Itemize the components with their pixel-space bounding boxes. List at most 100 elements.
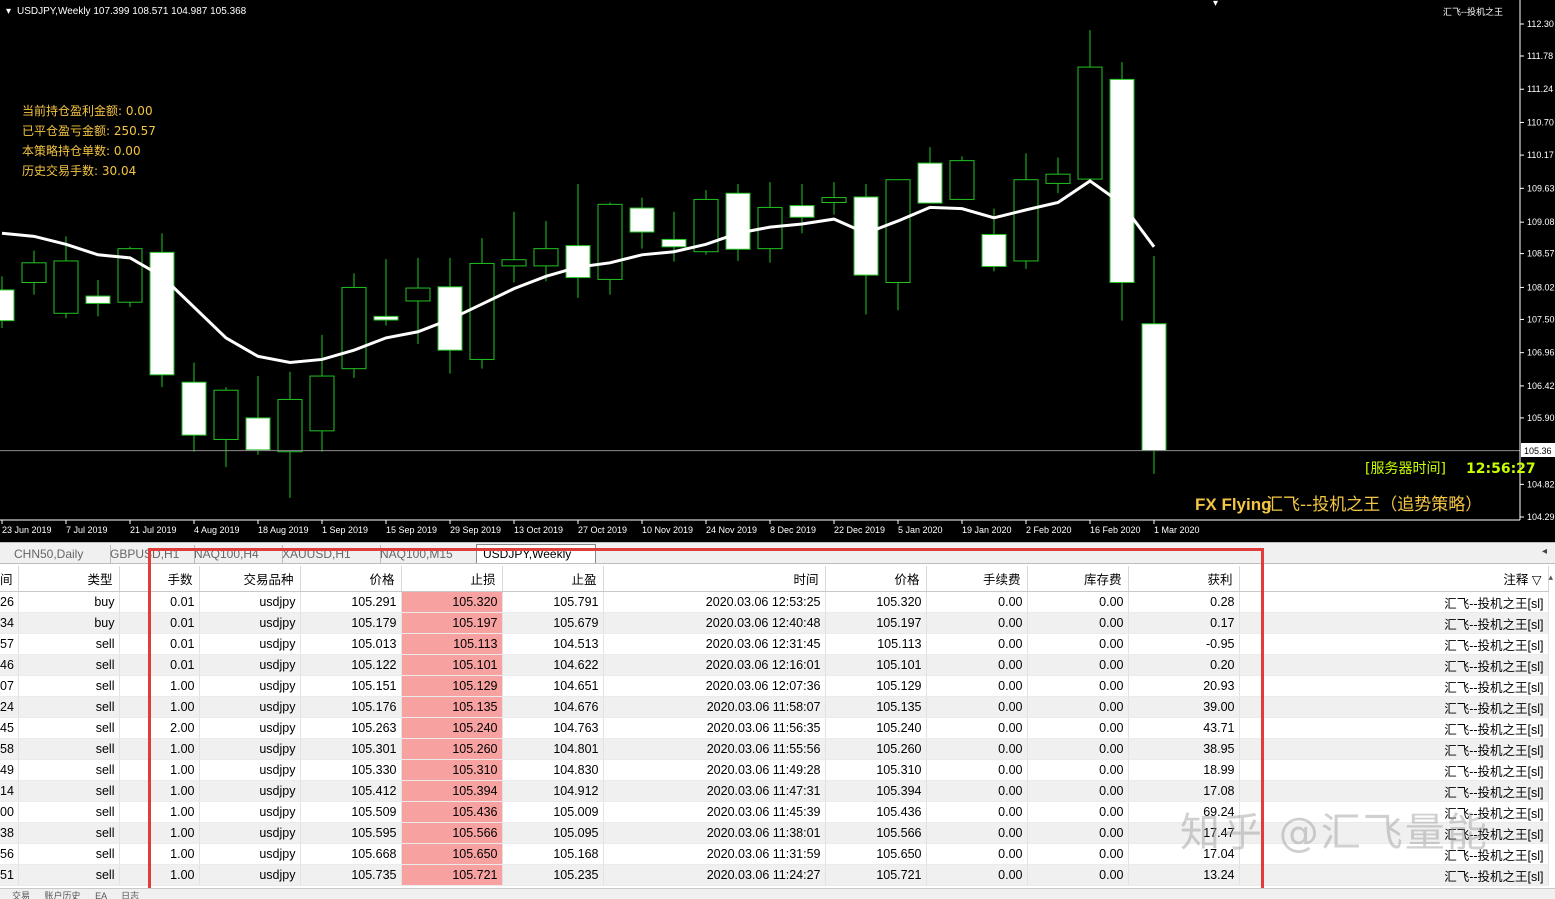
table-cell: 汇飞--投机之王[sl] <box>1239 591 1549 613</box>
candle <box>309 334 335 452</box>
table-cell: 0.00 <box>1027 822 1129 844</box>
table-cell: 105.566 <box>401 822 503 844</box>
column-header[interactable]: 止盈 <box>502 566 604 592</box>
price-chart[interactable]: 112.30 111.78 111.24 110.70 110.17 109.63 109.… <box>0 0 1555 542</box>
table-row[interactable]: 49 sell 1.00 usdjpy 105.330 105.310 104.830 202… <box>0 759 1549 781</box>
date-tick-label: 1 Sep 2019 <box>322 525 368 535</box>
table-cell: 105.679 <box>502 612 604 634</box>
table-cell: 43.71 <box>1128 717 1240 739</box>
column-header[interactable]: 库存费 <box>1027 566 1129 592</box>
tab-usdjpy-weekly[interactable]: USDJPY,Weekly <box>476 544 596 563</box>
table-cell: 0.00 <box>1027 843 1129 865</box>
price-tick-label: 104.29 <box>1527 512 1555 522</box>
table-cell: sell <box>18 864 120 886</box>
candle <box>373 259 399 326</box>
tab-chn50-daily[interactable]: CHN50,Daily <box>8 545 111 563</box>
table-cell: 38 <box>0 822 19 844</box>
candlestick-chart[interactable]: 112.30 111.78 111.24 110.70 110.17 109.63 109.… <box>0 0 1555 542</box>
table-cell: usdjpy <box>199 864 301 886</box>
table-row[interactable]: 26 buy 0.01 usdjpy 105.291 105.320 105.791 2020… <box>0 591 1549 613</box>
table-row[interactable]: 07 sell 1.00 usdjpy 105.151 105.129 104.651 202… <box>0 675 1549 697</box>
table-cell: 2020.03.06 11:56:35 <box>603 717 826 739</box>
candle-body <box>1141 323 1167 452</box>
table-cell: 105.151 <box>300 675 402 697</box>
table-cell: 105.240 <box>825 717 927 739</box>
chart-dropdown-icon[interactable]: ▾ <box>6 6 11 17</box>
table-cell: 汇飞--投机之王[sl] <box>1239 780 1549 802</box>
table-row[interactable]: 58 sell 1.00 usdjpy 105.301 105.260 104.801 202… <box>0 738 1549 760</box>
column-header[interactable]: 时间 <box>603 566 826 592</box>
table-row[interactable]: 57 sell 0.01 usdjpy 105.013 105.113 104.513 202… <box>0 633 1549 655</box>
table-cell: sell <box>18 633 120 655</box>
table-row[interactable]: 46 sell 0.01 usdjpy 105.122 105.101 104.622 202… <box>0 654 1549 676</box>
table-cell: usdjpy <box>199 654 301 676</box>
table-cell: sell <box>18 822 120 844</box>
table-cell: 105.168 <box>502 843 604 865</box>
table-cell: 18.99 <box>1128 759 1240 781</box>
table-row[interactable]: 34 buy 0.01 usdjpy 105.179 105.197 105.679 2020… <box>0 612 1549 634</box>
date-tick-label: 8 Dec 2019 <box>770 525 816 535</box>
table-cell: 104.513 <box>502 633 604 655</box>
candle-body <box>1045 173 1071 184</box>
table-cell: 105.301 <box>300 738 402 760</box>
candle <box>1141 256 1167 474</box>
table-cell: 2020.03.06 11:55:56 <box>603 738 826 760</box>
table-row[interactable]: 14 sell 1.00 usdjpy 105.412 105.394 104.912 202… <box>0 780 1549 802</box>
column-header[interactable]: 交易品种 <box>199 566 301 592</box>
column-header[interactable]: 价格 <box>300 566 402 592</box>
chart-title: USDJPY,Weekly 107.399 108.571 104.987 10… <box>17 6 247 17</box>
column-header[interactable]: 价格 <box>825 566 927 592</box>
column-header[interactable]: 手数 <box>119 566 200 592</box>
column-header[interactable]: 间 <box>0 566 19 592</box>
table-cell: 104.801 <box>502 738 604 760</box>
date-tick-label: 24 Nov 2019 <box>706 525 757 535</box>
table-cell: 105.394 <box>401 780 503 802</box>
table-cell: 105.668 <box>300 843 402 865</box>
candle <box>277 371 303 498</box>
chart-shift-marker-icon[interactable]: ▾ <box>1213 0 1218 9</box>
scroll-up-icon[interactable]: ▴ <box>1548 572 1553 583</box>
table-row[interactable]: 51 sell 1.00 usdjpy 105.735 105.721 105.235 202… <box>0 864 1549 886</box>
table-cell: 0.00 <box>1027 696 1129 718</box>
table-cell: 105.129 <box>401 675 503 697</box>
table-cell: 105.291 <box>300 591 402 613</box>
price-tick-label: 106.96 <box>1527 348 1555 358</box>
candle-body <box>405 287 431 302</box>
candle <box>885 179 911 311</box>
column-header[interactable]: 注释 ▽ <box>1239 566 1549 592</box>
candle <box>565 184 591 298</box>
table-cell: sell <box>18 675 120 697</box>
tab-naq100-m15[interactable]: NAQ100,M15 <box>374 545 481 563</box>
table-cell: 2020.03.06 11:38:01 <box>603 822 826 844</box>
candle-body <box>597 203 623 280</box>
candle-body <box>1013 179 1039 262</box>
table-cell: sell <box>18 654 120 676</box>
candle <box>949 156 975 200</box>
tabs-scroll-left-icon[interactable]: ◂ <box>1542 546 1547 557</box>
table-row[interactable]: 45 sell 2.00 usdjpy 105.263 105.240 104.763 202… <box>0 717 1549 739</box>
table-cell: usdjpy <box>199 675 301 697</box>
table-cell: 1.00 <box>119 759 200 781</box>
date-tick-label: 27 Oct 2019 <box>578 525 627 535</box>
table-row[interactable]: 24 sell 1.00 usdjpy 105.176 105.135 104.676 202… <box>0 696 1549 718</box>
table-cell: 1.00 <box>119 696 200 718</box>
candle <box>181 362 207 452</box>
table-cell: -0.95 <box>1128 633 1240 655</box>
column-header[interactable]: 止损 <box>401 566 503 592</box>
table-cell: usdjpy <box>199 738 301 760</box>
column-header[interactable]: 获利 <box>1128 566 1240 592</box>
date-tick-label: 15 Sep 2019 <box>386 525 437 535</box>
column-header[interactable]: 手续费 <box>926 566 1028 592</box>
table-cell: 105.310 <box>825 759 927 781</box>
table-cell: usdjpy <box>199 822 301 844</box>
tab-naq100-h4[interactable]: NAQ100,H4 <box>188 545 283 563</box>
price-tick-label: 110.17 <box>1527 150 1554 160</box>
tab-gbpusd-h1[interactable]: GBPUSD,H1 <box>104 545 195 563</box>
table-cell: 34 <box>0 612 19 634</box>
table-cell: 105.113 <box>825 633 927 655</box>
column-header[interactable]: 类型 <box>18 566 120 592</box>
candle <box>821 182 847 215</box>
tab-xauusd-h1[interactable]: XAUUSD,H1 <box>276 545 381 563</box>
table-cell: usdjpy <box>199 843 301 865</box>
table-cell: 56 <box>0 843 19 865</box>
